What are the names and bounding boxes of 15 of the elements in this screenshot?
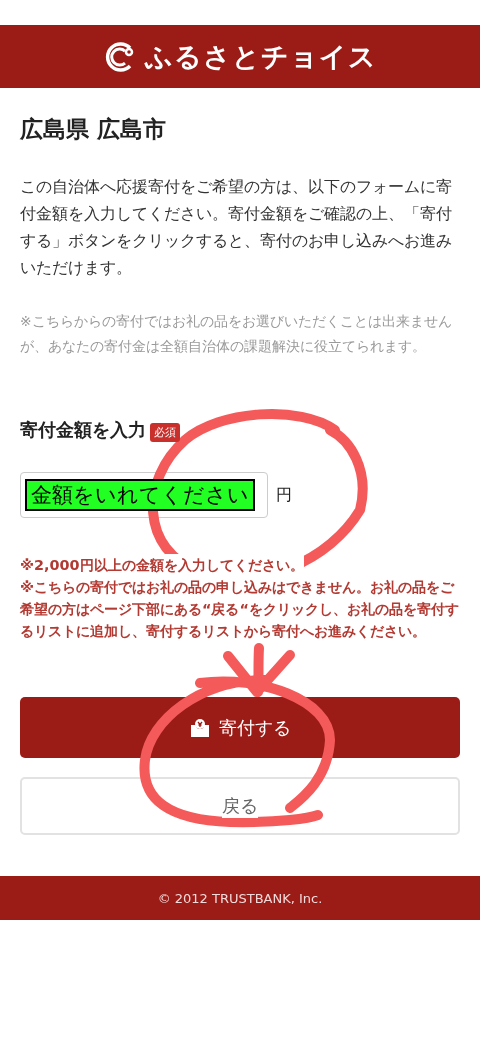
copyright-text: © 2012 TRUSTBANK, Inc. <box>0 876 480 920</box>
note-text: ※こちらからの寄付ではお礼の品をお選びいただくことは出来ませんが、あなたの寄付金は全額自治体の課題解決に役立てられます。 <box>20 312 453 356</box>
donate-button[interactable]: 寄付する <box>20 697 460 758</box>
warning-text: ※2,000円以上の金額を入力してください。 <box>20 554 304 576</box>
page-title: 広島県 広島市 <box>20 115 167 144</box>
unit-label: 円 <box>276 484 292 506</box>
logo-text: ふるさとチョイス <box>145 39 377 74</box>
amount-field[interactable]: 金額をいれてください <box>20 472 268 518</box>
intro-text: この自治体へ応援寄付をご希望の方は、以下のフォームに寄付金額を入力してください。寄付金額をご確認の上、「寄付する」ボタンをクリックすると、寄付のお申し込みへお進みいただけます。 <box>20 176 453 279</box>
warning-text: ※こちらの寄付ではお礼の品の申し込みはできません。お礼の品をご希望の方はページ下部にある“戻る“をクリックし、お礼の品を寄付するリストに追加し、寄付するリストから寄付へお進みください。 <box>20 576 460 642</box>
back-button[interactable]: 戻る <box>20 777 460 835</box>
required-badge: 必須 <box>150 423 180 442</box>
section-heading: 寄付金額を入力 <box>20 417 146 442</box>
annotation-label: 金額をいれてください <box>25 479 255 511</box>
yen-box-icon <box>189 716 211 739</box>
